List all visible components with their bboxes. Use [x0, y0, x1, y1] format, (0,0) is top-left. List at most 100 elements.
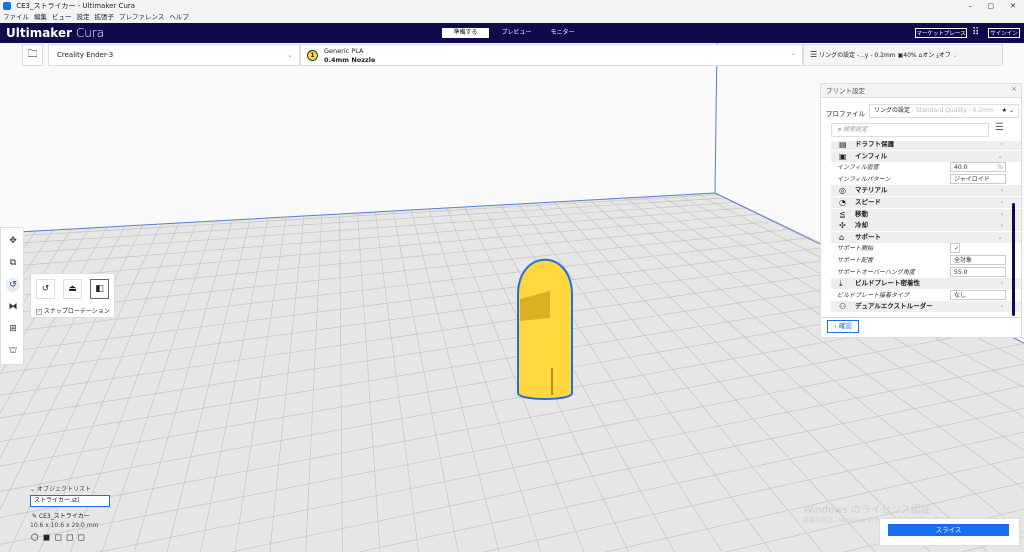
settings-list: ▤ ドラフト保護 ‹ ▣ インフィル ⌄ インフィル密度 40.0% インフィルパターン ジャイロ… [821, 141, 1021, 315]
apps-grid-icon[interactable]: ⠿ [972, 27, 979, 38]
scale-tool-icon[interactable]: ⧉ [6, 256, 20, 270]
chevron-icon: ‹ [1000, 221, 1003, 230]
setting-value[interactable]: なし [950, 289, 1006, 300]
setting-label: インフィルパターン [837, 175, 891, 183]
folder-icon: 🗀 [27, 49, 38, 60]
setting-value[interactable]: ✓ [950, 243, 960, 254]
snap-rotation-checkbox[interactable]: ✓ スナップローテーション [36, 306, 110, 315]
settings-category[interactable]: ✣ 冷却 ‹ [831, 220, 1021, 232]
setting-label: インフィル密度 [837, 164, 879, 172]
move-tool-icon[interactable]: ✥ [6, 234, 20, 248]
close-button[interactable]: ✕ [1010, 0, 1016, 12]
setting-value-text: 全対象 [954, 257, 973, 264]
setting-value[interactable]: ジャイロイド [950, 173, 1006, 184]
settings-category[interactable]: ◔ スピード ‹ [831, 197, 1021, 208]
mirror-tool-icon[interactable]: ⧓ [6, 300, 20, 314]
lay-flat-button[interactable]: ⏏ [63, 279, 82, 299]
setting-value-text: ジャイロイド [954, 175, 990, 183]
setting-value[interactable]: 全対象 [950, 255, 1006, 265]
setting-value-text: 55.0 [954, 268, 968, 276]
support-blocker-icon[interactable]: ⛫ [6, 344, 20, 358]
chevron-icon: ‹ [1000, 198, 1003, 206]
search-icon: ⌕ [838, 126, 842, 133]
setting-row[interactable]: ビルドプレート接着タイプ なし [831, 289, 1021, 301]
printer-selector[interactable]: Creality Ender-3 ⌄ [48, 44, 300, 66]
setting-row[interactable]: サポートオーバーハング角度 55.0 [831, 266, 1021, 278]
chevron-down-icon: ⌄ [790, 49, 796, 57]
settings-category[interactable]: ⚇ デュアルエクストルーダー ‹ [831, 301, 1021, 313]
menu-view[interactable]: ビュー [52, 13, 72, 21]
material-icon: ◎ [839, 186, 846, 196]
view-right-icon[interactable]: ◻ [77, 533, 88, 543]
open-file-button[interactable]: 🗀 [22, 44, 43, 66]
tab-preview[interactable]: プレビュー [494, 28, 539, 38]
view-buttons: ⬡◼◻◻◻ [31, 533, 89, 544]
chevron-icon: ⌄ [997, 232, 1003, 241]
setting-label: マテリアル [855, 186, 888, 195]
chevron-icon: ‹ [1000, 209, 1003, 218]
minimize-button[interactable]: – [969, 0, 973, 12]
profile-dropdown[interactable]: リングの設定 - Standard Quality - 0.2mm ★ ⌄ [869, 104, 1019, 118]
rotate-tool-icon[interactable]: ↺ [6, 278, 20, 292]
object-list-item[interactable]: ストライカー.stl [30, 495, 110, 507]
signin-button[interactable]: サインイン [988, 28, 1020, 38]
setting-row[interactable]: サポート開始 ✓ [831, 243, 1021, 254]
menu-edit[interactable]: 編集 [34, 13, 47, 21]
marketplace-button[interactable]: マーケットプレース [915, 28, 967, 38]
material-name: Generic PLA [324, 47, 364, 55]
scrollbar[interactable] [1012, 203, 1015, 316]
menu-help[interactable]: ヘルプ [169, 13, 189, 21]
dual-icon: ⚇ [839, 302, 847, 312]
search-settings-input[interactable]: ⌕ 検索設定 [831, 123, 989, 137]
setting-value-text: 40.0 [954, 164, 968, 172]
chevron-down-icon: ⌄ [952, 52, 958, 59]
tab-prepare[interactable]: 準備する [442, 28, 489, 38]
object-name[interactable]: ✎ CE3_ストライカー [32, 511, 90, 520]
confirm-button[interactable]: ‹ 確認 [827, 320, 859, 333]
chevron-icon: ⌄ [997, 151, 1003, 160]
app-header: Ultimaker Cura 準備する プレビュー モニター マーケットプレース… [0, 23, 1024, 43]
print-settings-summary[interactable]: ☰ リングの設定 -...y - 0.2mm ▣40% ⌂オン ⤓オフ ⌄ [803, 44, 1003, 66]
menu-extensions[interactable]: 拡張子 [95, 13, 115, 21]
reset-rotation-button[interactable]: ↺ [36, 279, 55, 299]
close-icon[interactable]: × [1011, 85, 1017, 93]
settings-category[interactable]: ⌂ サポート ⌄ [831, 231, 1021, 243]
view-3d-icon[interactable]: ⬡ [31, 533, 43, 543]
settings-category[interactable]: ≦ 移動 ‹ [831, 208, 1021, 220]
view-left-icon[interactable]: ◻ [66, 533, 77, 543]
setting-row[interactable]: サポート配置 全対象 [831, 255, 1021, 266]
material-selector[interactable]: 1 Generic PLA 0.4mm Nozzle ⌄ [300, 44, 803, 66]
slice-button[interactable]: スライス [888, 524, 1009, 536]
setting-value[interactable]: 55.0 [950, 266, 1006, 277]
settings-category[interactable]: ▤ ドラフト保護 ‹ [831, 141, 1021, 150]
shield-icon: ▤ [839, 141, 847, 149]
maximize-button[interactable]: ▢ [987, 0, 994, 12]
settings-category[interactable]: ▣ インフィル ⌄ [831, 150, 1021, 162]
tab-monitor[interactable]: モニター [540, 28, 585, 38]
setting-row[interactable]: インフィル密度 40.0% [831, 162, 1021, 173]
setting-value-text: ✓ [954, 245, 960, 253]
setting-label: インフィル [855, 151, 888, 160]
setting-row[interactable]: インフィルパターン ジャイロイド [831, 173, 1021, 185]
chevron-icon: ‹ [1000, 186, 1003, 195]
menu-settings[interactable]: 設定 [77, 13, 90, 21]
print-settings-panel: プリント設定 × プロファイル リングの設定 - Standard Qualit… [820, 83, 1022, 338]
settings-menu-icon[interactable]: ☰ [995, 122, 1004, 133]
printer-name: Creality Ender-3 [57, 51, 114, 59]
setting-label: 冷却 [855, 221, 868, 230]
setting-value[interactable]: 40.0% [950, 162, 1006, 173]
menu-file[interactable]: ファイル [3, 13, 29, 21]
setting-label: デュアルエクストルーダー [855, 302, 933, 311]
menu-preferences[interactable]: プレファレンス [119, 13, 164, 21]
object-list-header[interactable]: ⌄ オブジェクトリスト [30, 484, 91, 493]
settings-category[interactable]: ◎ マテリアル ‹ [831, 185, 1021, 197]
search-placeholder: 検索設定 [843, 126, 868, 133]
view-top-icon[interactable]: ◻ [54, 533, 65, 543]
infill-icon: ▣ [839, 151, 847, 161]
settings-category[interactable]: ⤓ ビルドプレート密着性 ‹ [831, 278, 1021, 290]
setting-unit: % [997, 164, 1003, 172]
view-front-icon[interactable]: ◼ [43, 533, 54, 543]
per-model-settings-icon[interactable]: ⊞ [6, 322, 20, 336]
select-face-button[interactable]: ◧ [90, 279, 109, 299]
3d-model[interactable] [517, 258, 573, 400]
